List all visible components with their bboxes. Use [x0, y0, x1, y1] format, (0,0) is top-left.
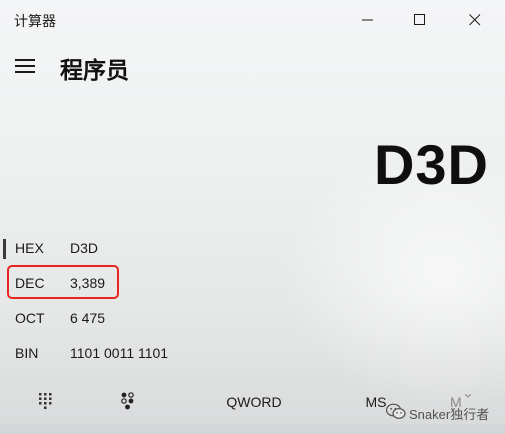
full-keypad-icon	[39, 393, 52, 409]
bottom-edge	[0, 424, 505, 434]
close-button[interactable]	[452, 0, 498, 40]
title-bar: 计算器	[0, 0, 505, 40]
radix-row-dec[interactable]: DEC 3,389	[0, 267, 300, 301]
calculator-window: 计算器 程序员 D3D HEX D3D DEC 3,389 OCT 6 475 …	[0, 0, 505, 434]
bit-toggling-keypad-icon	[121, 392, 134, 410]
maximize-button[interactable]	[397, 0, 443, 40]
hamburger-menu-icon-line	[15, 71, 35, 73]
watermark-text: Snaker独行者	[409, 407, 490, 422]
radix-row-hex[interactable]: HEX D3D	[0, 232, 300, 266]
word-size-button[interactable]: QWORD	[214, 380, 294, 424]
bit-toggling-keypad-button[interactable]	[108, 380, 148, 424]
maximize-icon	[414, 14, 425, 25]
result-display: D3D	[373, 133, 489, 196]
radix-label: DEC	[15, 275, 45, 291]
window-title: 计算器	[14, 13, 56, 29]
radix-value: D3D	[70, 240, 99, 256]
radix-value: 3,389	[70, 275, 106, 291]
close-icon	[469, 14, 481, 26]
full-keypad-button[interactable]	[26, 380, 66, 424]
hamburger-menu-icon-line	[15, 59, 35, 61]
header: 程序员	[0, 46, 505, 86]
mode-title: 程序员	[60, 57, 129, 83]
radix-value: 6 475	[70, 310, 106, 326]
minimize-icon	[362, 19, 373, 21]
radix-row-bin[interactable]: BIN 1101 0011 1101	[0, 337, 300, 371]
hamburger-menu-button[interactable]	[10, 50, 40, 80]
minimize-button[interactable]	[345, 0, 391, 40]
chevron-down-icon	[465, 394, 471, 398]
radix-row-oct[interactable]: OCT 6 475	[0, 302, 300, 336]
hamburger-menu-icon-line	[15, 65, 35, 67]
wechat-icon	[386, 403, 406, 419]
radix-label: OCT	[15, 310, 45, 326]
radix-value: 1101 0011 1101	[70, 345, 169, 361]
radix-label: HEX	[15, 240, 44, 256]
active-radix-indicator	[3, 239, 6, 259]
radix-label: BIN	[15, 345, 39, 361]
